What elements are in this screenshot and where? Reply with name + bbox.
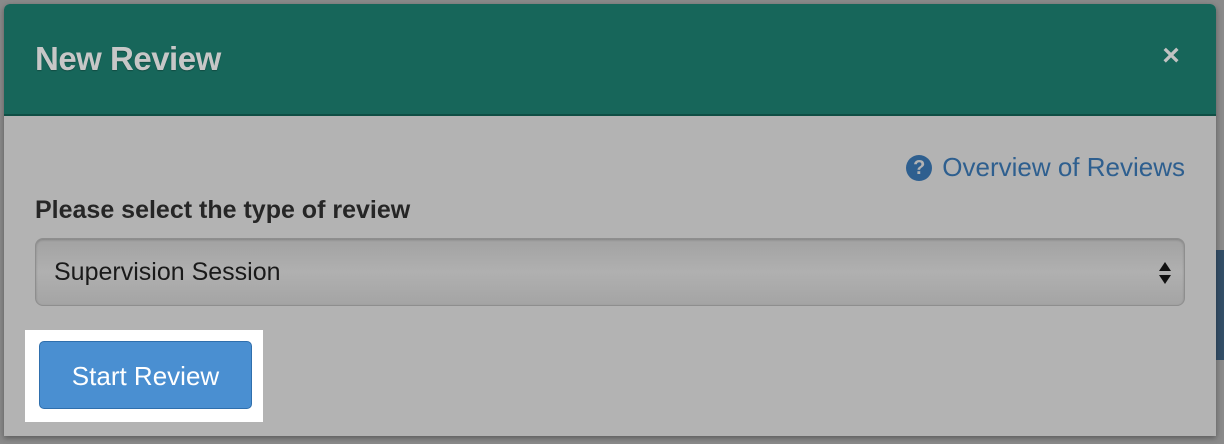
modal-header: New Review × [4, 4, 1216, 116]
select-arrows-icon [1159, 262, 1171, 284]
close-icon[interactable]: × [1154, 36, 1188, 76]
question-circle-icon: ? [906, 154, 933, 181]
new-review-modal: New Review × ? Overview of Reviews Pleas… [4, 4, 1216, 436]
review-type-label: Please select the type of review [35, 196, 411, 224]
review-type-selected-value: Supervision Session [54, 258, 281, 286]
overview-of-reviews-label: Overview of Reviews [942, 152, 1185, 182]
review-type-select[interactable]: Supervision Session [35, 238, 1185, 306]
overview-of-reviews-link[interactable]: ? Overview of Reviews [906, 152, 1185, 183]
modal-title: New Review [35, 40, 221, 77]
background-page-edge [1216, 250, 1224, 360]
start-review-button[interactable]: Start Review [39, 341, 252, 409]
